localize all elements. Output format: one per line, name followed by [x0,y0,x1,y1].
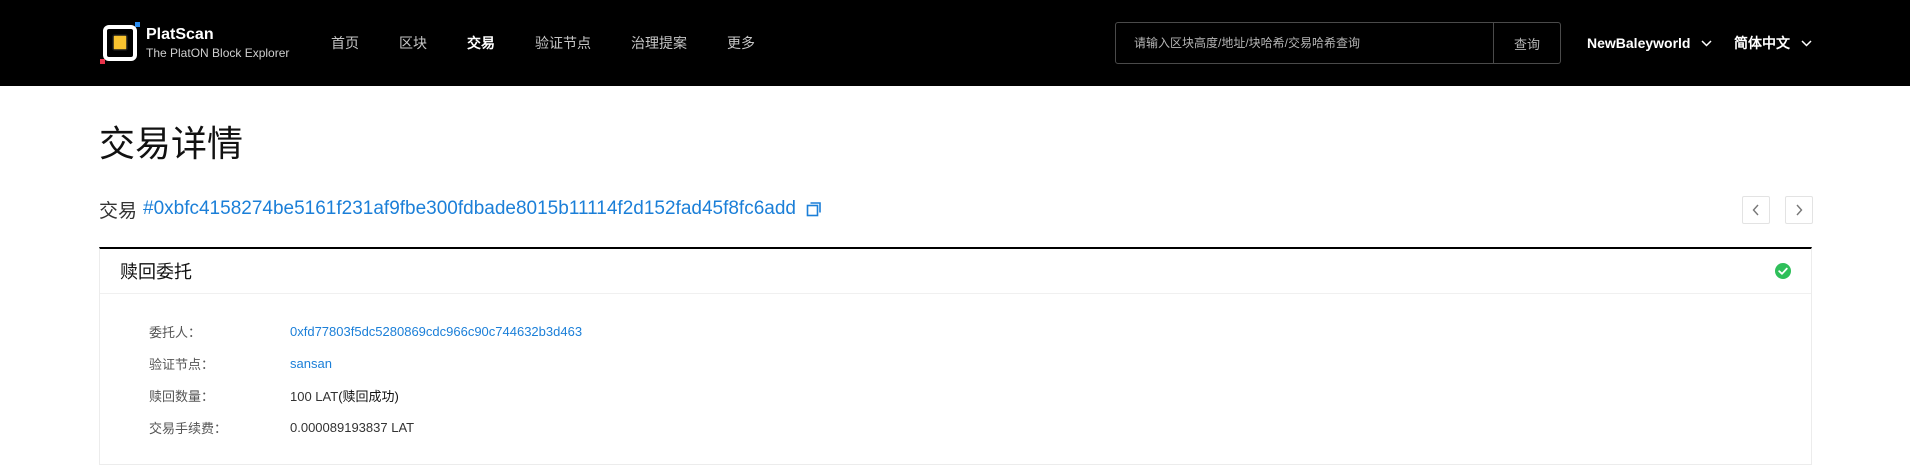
chevron-down-icon [1801,39,1812,47]
detail-row-delegator: 委托人： 0xfd77803f5dc5280869cdc966c90c74463… [100,315,1811,347]
detail-label: 验证节点： [149,356,215,372]
logo-title[interactable]: PlatScan [146,26,214,44]
transaction-detail-card: 赎回委托 委托人： 0xfd77803f5dc5280869cdc966c90c… [99,247,1812,465]
main-nav: 首页 区块 交易 验证节点 治理提案 更多 [331,0,755,86]
nav-item-more[interactable]: 更多 [727,33,755,53]
nav-item-validators[interactable]: 验证节点 [535,33,591,53]
nav-item-governance[interactable]: 治理提案 [631,33,687,53]
card-header: 赎回委托 [100,249,1811,294]
next-transaction-button[interactable] [1785,196,1813,224]
chevron-left-icon [1752,204,1759,216]
transaction-fee-value: 0.000089193837 LAT [290,419,415,435]
nav-item-home[interactable]: 首页 [331,33,359,53]
detail-row-fee: 交易手续费： 0.000089193837 LAT [100,411,1811,443]
top-header: PlatScan The PlatON Block Explorer 首页 区块… [0,0,1910,86]
transaction-hash-line: 交易 #0xbfc4158274be5161f231af9fbe300fdbad… [99,197,822,222]
search-button[interactable]: 查询 [1493,23,1560,63]
success-check-icon [1775,263,1791,279]
redeem-status: (赎回成功) [338,388,399,404]
detail-label: 交易手续费： [149,420,228,436]
card-body: 委托人： 0xfd77803f5dc5280869cdc966c90c74463… [100,294,1811,443]
nav-item-blocks[interactable]: 区块 [399,33,427,53]
detail-row-validator: 验证节点： sansan [100,347,1811,379]
network-selector[interactable]: NewBaleyworld [1587,0,1713,86]
language-label: 简体中文 [1734,35,1790,51]
previous-transaction-button[interactable] [1742,196,1770,224]
detail-row-redeem-amount: 赎回数量： 100 LAT(赎回成功) [100,379,1811,411]
nav-item-transactions[interactable]: 交易 [467,33,495,53]
delegator-address-link[interactable]: 0xfd77803f5dc5280869cdc966c90c744632b3d4… [290,324,582,339]
transaction-label: 交易 [99,200,138,222]
copy-icon[interactable] [806,201,822,217]
search-input[interactable] [1116,23,1493,63]
redeem-amount: 100 LAT [290,388,339,404]
card-title: 赎回委托 [120,262,192,282]
transaction-hash: #0xbfc4158274be5161f231af9fbe300fdbade80… [143,198,796,219]
detail-label: 委托人： [149,324,202,340]
network-label: NewBaleyworld [1587,35,1691,51]
page-title: 交易详情 [99,123,244,164]
logo-subtitle: The PlatON Block Explorer [146,46,290,60]
platscan-logo-icon[interactable] [100,22,142,64]
chevron-down-icon [1701,39,1713,47]
chevron-right-icon [1796,204,1803,216]
detail-label: 赎回数量： [149,388,215,404]
redeem-amount-value: 100 LAT(赎回成功) [290,386,399,405]
language-selector[interactable]: 简体中文 [1734,0,1812,86]
validator-node-link[interactable]: sansan [290,356,332,371]
search-box: 查询 [1115,22,1561,64]
